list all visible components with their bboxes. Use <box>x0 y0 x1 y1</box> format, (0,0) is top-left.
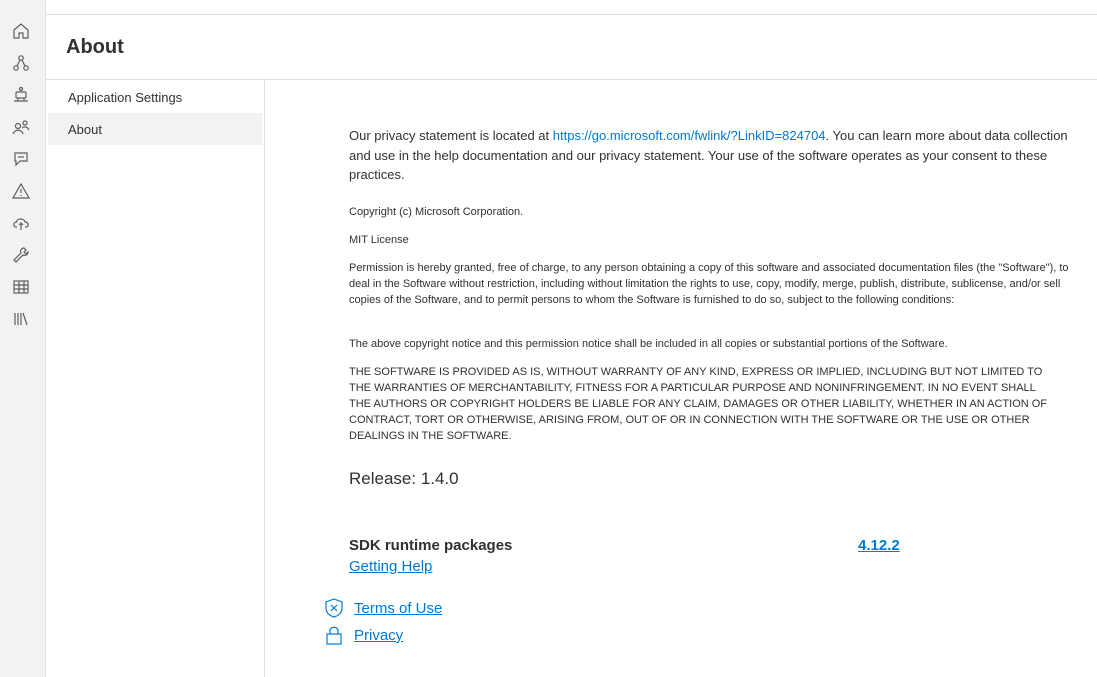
shield-icon <box>323 597 345 619</box>
wrench-icon[interactable] <box>10 244 32 266</box>
library-icon[interactable] <box>10 308 32 330</box>
privacy-statement-link[interactable]: https://go.microsoft.com/fwlink/?LinkID=… <box>553 128 826 143</box>
graph-icon[interactable] <box>10 52 32 74</box>
license-notice: The above copyright notice and this perm… <box>349 338 948 350</box>
top-divider <box>46 14 1097 15</box>
nav-item-label: Application Settings <box>68 89 183 105</box>
terms-of-use-link[interactable]: Terms of Use <box>354 600 442 617</box>
chat-icon[interactable] <box>10 148 32 170</box>
license-warranty: THE SOFTWARE IS PROVIDED AS IS, WITHOUT … <box>349 366 1048 442</box>
copyright-text: Copyright (c) Microsoft Corporation. <box>349 206 524 218</box>
robot-icon[interactable] <box>10 84 32 106</box>
home-icon[interactable] <box>10 20 32 42</box>
privacy-prefix: Our privacy statement is located at <box>349 128 553 143</box>
getting-help-link[interactable]: Getting Help <box>349 558 432 575</box>
nav-item-application-settings[interactable]: Application Settings <box>48 81 262 113</box>
release-version: Release: 1.4.0 <box>349 469 459 488</box>
sdk-runtime-label: SDK runtime packages <box>349 537 513 554</box>
people-icon[interactable] <box>10 116 32 138</box>
warning-icon[interactable] <box>10 180 32 202</box>
privacy-statement: Our privacy statement is located at http… <box>349 126 1069 185</box>
license-name: MIT License <box>349 234 409 246</box>
cloud-upload-icon[interactable] <box>10 212 32 234</box>
sdk-version-link[interactable]: 4.12.2 <box>858 537 900 554</box>
nav-item-label: About <box>68 121 102 137</box>
license-permission: Permission is hereby granted, free of ch… <box>349 262 1069 306</box>
page-title: About <box>66 36 124 58</box>
privacy-link[interactable]: Privacy <box>354 627 403 644</box>
lock-icon <box>323 624 345 646</box>
icon-rail <box>0 0 46 677</box>
nav-item-about[interactable]: About <box>48 113 262 145</box>
table-icon[interactable] <box>10 276 32 298</box>
settings-nav: Application Settings About <box>46 80 265 677</box>
